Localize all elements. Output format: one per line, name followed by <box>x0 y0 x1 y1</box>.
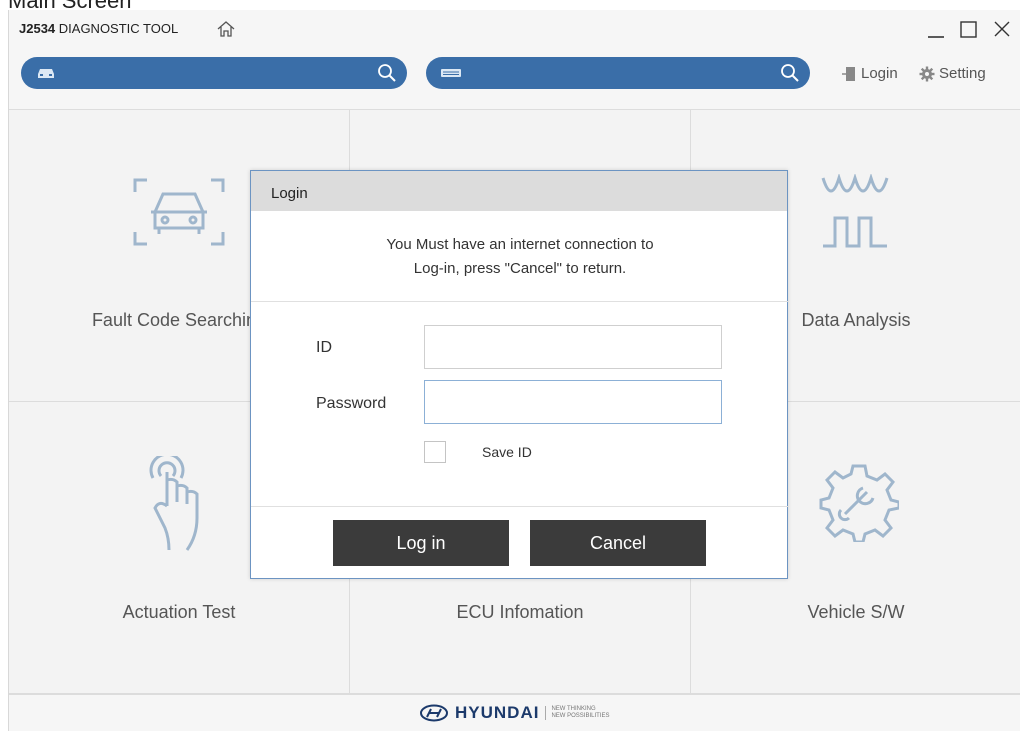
close-button[interactable] <box>989 16 1015 42</box>
login-button[interactable]: Log in <box>333 520 509 566</box>
brand-name: HYUNDAI <box>455 703 540 722</box>
save-id-label: Save ID <box>482 444 532 460</box>
maximize-icon <box>960 21 977 38</box>
gear-icon <box>919 66 935 81</box>
hyundai-emblem-icon <box>420 704 448 722</box>
search-icon[interactable] <box>780 63 800 83</box>
app-title: J2534 DIAGNOSTIC TOOL <box>19 21 178 36</box>
brand-tagline-1: NEW THINKING <box>551 706 596 712</box>
title-bar: J2534 DIAGNOSTIC TOOL <box>9 10 1020 48</box>
touch-hand-icon <box>149 456 199 551</box>
ecu-search-bar[interactable] <box>426 57 810 89</box>
maximize-button[interactable] <box>956 16 982 42</box>
keyboard-icon <box>441 69 461 77</box>
login-door-icon <box>842 66 855 81</box>
brand-tagline-2: NEW POSSIBILITIES <box>551 713 610 719</box>
cancel-button[interactable]: Cancel <box>530 520 706 566</box>
setting-link[interactable]: Setting <box>919 65 986 82</box>
vehicle-search-bar[interactable] <box>21 57 407 89</box>
home-icon[interactable] <box>216 19 236 39</box>
tile-label: ECU Infomation <box>456 602 584 622</box>
app-title-bold: J2534 <box>19 21 56 36</box>
dialog-title: Login <box>251 171 787 211</box>
minimize-icon <box>928 36 944 38</box>
app-title-rest: DIAGNOSTIC TOOL <box>55 21 179 36</box>
dialog-divider <box>251 301 789 302</box>
tile-label: Actuation Test <box>122 602 236 622</box>
search-toolbar: Login Setting <box>9 48 1020 110</box>
dialog-message-line1: You Must have an internet connection to <box>386 236 654 253</box>
dialog-message: You Must have an internet connection to … <box>251 233 789 281</box>
brand-tagline: NEW THINKING NEW POSSIBILITIES <box>545 706 609 720</box>
waveform-icon <box>821 174 889 248</box>
car-icon <box>38 69 54 78</box>
id-field[interactable] <box>424 325 722 369</box>
close-icon <box>994 21 1010 37</box>
password-field[interactable] <box>424 380 722 424</box>
search-icon[interactable] <box>377 63 397 83</box>
footer: HYUNDAI NEW THINKING NEW POSSIBILITIES <box>9 694 1020 731</box>
tile-label: Vehicle S/W <box>807 602 905 622</box>
id-label: ID <box>316 339 332 356</box>
login-link[interactable]: Login <box>841 65 898 82</box>
password-label: Password <box>316 395 387 412</box>
hyundai-logo: HYUNDAI NEW THINKING NEW POSSIBILITIES <box>419 703 609 723</box>
dialog-message-line2: Log-in, press "Cancel" to return. <box>413 260 627 277</box>
dialog-divider <box>251 506 789 507</box>
save-id-checkbox[interactable] <box>424 441 446 463</box>
login-dialog: Login You Must have an internet connecti… <box>250 170 789 579</box>
car-scan-icon <box>133 178 225 246</box>
minimize-button[interactable] <box>923 16 949 42</box>
setting-link-label: Setting <box>939 65 986 82</box>
gear-wrench-icon <box>819 464 899 542</box>
login-link-label: Login <box>861 65 898 82</box>
